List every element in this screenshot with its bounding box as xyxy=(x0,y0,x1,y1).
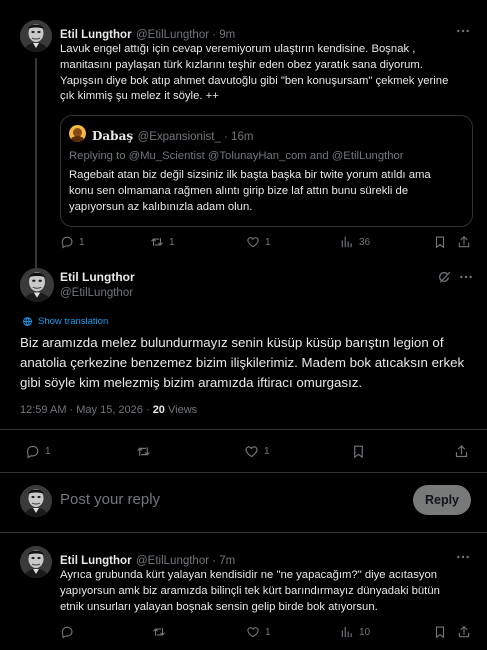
retweet-button[interactable]: 1 xyxy=(150,235,175,249)
retweet-button[interactable] xyxy=(136,444,151,459)
bookmark-button[interactable] xyxy=(433,625,447,639)
bookmark-button[interactable] xyxy=(351,444,366,459)
show-translation-label: Show translation xyxy=(38,316,109,327)
thread-line xyxy=(35,58,37,268)
show-translation-link[interactable]: Show translation xyxy=(22,316,108,327)
quote-text: Ragebait atan biz değil sizsiniz ilk baş… xyxy=(69,169,431,213)
author-handle-time[interactable]: @EtilLungthor · 9m xyxy=(136,29,235,41)
divider xyxy=(0,472,487,473)
views-count: 36 xyxy=(359,236,371,248)
tweet-meta: 12:59 AM · May 15, 2026 · 20 Views xyxy=(20,404,197,416)
share-icon xyxy=(457,235,471,249)
like-button[interactable]: 1 xyxy=(246,235,271,249)
share-button[interactable] xyxy=(454,444,469,459)
author-handle-time[interactable]: @EtilLungthor · 7m xyxy=(136,555,235,567)
views-count: 20 xyxy=(152,404,165,416)
views-label: Views xyxy=(164,404,198,416)
heart-icon xyxy=(244,444,259,459)
quote-author-name: Dabaş xyxy=(92,129,134,143)
like-count: 1 xyxy=(265,626,271,638)
author-handle[interactable]: @EtilLungthor xyxy=(60,287,133,299)
like-count: 1 xyxy=(264,446,270,457)
reply-icon xyxy=(25,444,40,459)
retweet-button[interactable] xyxy=(152,625,166,639)
retweet-icon xyxy=(152,625,166,639)
avatar[interactable] xyxy=(20,268,54,302)
quote-handle-time: @Expansionist_ · 16m xyxy=(137,131,254,143)
bookmark-icon xyxy=(433,625,447,639)
share-button[interactable] xyxy=(457,235,471,249)
tweet-header: Etil Lungthor @EtilLungthor · 9m xyxy=(60,25,235,43)
divider xyxy=(0,532,487,533)
replying-to: Replying to @Mu_Scientist @TolunayHan_co… xyxy=(69,150,404,162)
heart-icon xyxy=(246,625,260,639)
divider xyxy=(0,429,487,430)
reply-count: 1 xyxy=(79,236,85,248)
quote-header: Dabaş @Expansionist_ · 16m xyxy=(92,127,253,145)
reply-icon xyxy=(60,235,74,249)
author-name[interactable]: Etil Lungthor xyxy=(60,555,132,567)
like-count: 1 xyxy=(265,236,271,248)
share-button[interactable] xyxy=(457,625,471,639)
timestamp[interactable]: 12:59 AM · May 15, 2026 · xyxy=(20,404,153,416)
globe-icon xyxy=(22,316,33,327)
views-icon xyxy=(340,235,354,249)
quoted-tweet[interactable]: Dabaş @Expansionist_ · 16m Replying to @… xyxy=(60,115,473,227)
more-icon[interactable] xyxy=(458,269,474,290)
like-button[interactable]: 1 xyxy=(246,625,271,639)
author-name[interactable]: Etil Lungthor xyxy=(60,270,135,284)
views-count: 10 xyxy=(359,626,371,638)
tweet-text: Ayrıca grubunda kürt yalayan kendisidir … xyxy=(60,569,440,613)
reply-input[interactable]: Post your reply xyxy=(60,491,160,508)
tweet-text: Biz aramızda melez bulundurmayız senin k… xyxy=(20,335,465,390)
retweet-icon xyxy=(150,235,164,249)
author-name[interactable]: Etil Lungthor xyxy=(60,29,132,41)
reply-count: 1 xyxy=(45,446,51,457)
avatar[interactable] xyxy=(20,20,52,52)
heart-icon xyxy=(246,235,260,249)
retweet-count: 1 xyxy=(169,236,175,248)
share-icon xyxy=(454,444,469,459)
grok-icon[interactable] xyxy=(437,270,452,290)
reply-icon xyxy=(60,625,74,639)
more-icon[interactable] xyxy=(455,23,471,44)
reply-button[interactable] xyxy=(60,625,74,639)
bookmark-icon xyxy=(433,235,447,249)
bookmark-button[interactable] xyxy=(433,235,447,249)
more-icon[interactable] xyxy=(455,549,471,570)
reply-button[interactable]: 1 xyxy=(25,444,51,459)
quote-avatar xyxy=(69,125,86,142)
share-icon xyxy=(457,625,471,639)
views-icon xyxy=(340,625,354,639)
bookmark-icon xyxy=(351,444,366,459)
avatar xyxy=(20,485,52,517)
views-button[interactable]: 10 xyxy=(340,625,370,639)
reply-submit-button[interactable]: Reply xyxy=(413,485,471,515)
avatar[interactable] xyxy=(20,546,52,578)
retweet-icon xyxy=(136,444,151,459)
like-button[interactable]: 1 xyxy=(244,444,270,459)
views-button[interactable]: 36 xyxy=(340,235,370,249)
tweet-header: Etil Lungthor @EtilLungthor · 7m xyxy=(60,551,235,569)
reply-button[interactable]: 1 xyxy=(60,235,85,249)
tweet-text: Lavuk engel attığı için cevap veremiyoru… xyxy=(60,43,449,103)
